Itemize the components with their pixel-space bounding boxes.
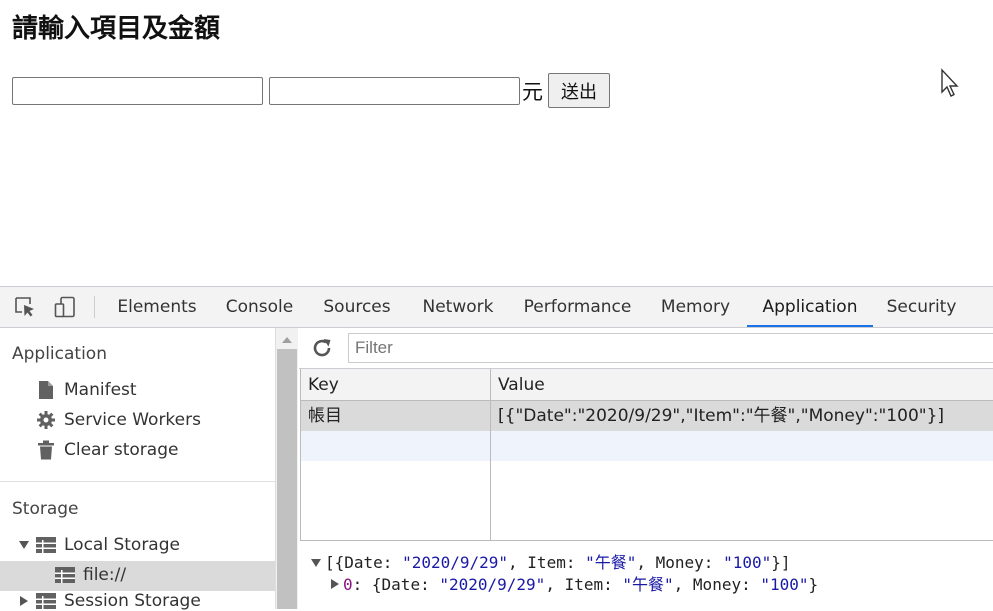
tab-performance[interactable]: Performance (518, 287, 637, 327)
amount-input[interactable] (269, 76, 520, 105)
expand-arrow-down-icon[interactable] (310, 558, 322, 568)
web-page: 請輸入項目及金額 元 送出 (0, 0, 993, 286)
sidebar-item-service-workers[interactable]: Service Workers (36, 410, 201, 430)
sidebar-section-storage: Storage (12, 499, 79, 519)
value-preview: [{Date: "2020/9/29", Item: "午餐", Money: … (300, 540, 993, 609)
preview-money: "100" (760, 575, 809, 594)
document-icon (36, 380, 56, 400)
preview-text: , Money: (636, 553, 724, 572)
preview-text: , Item: (545, 575, 623, 594)
column-header-value[interactable]: Value (491, 369, 993, 401)
preview-text: }] (771, 553, 791, 572)
tab-sources[interactable]: Sources (316, 287, 398, 327)
sidebar-item-label: Session Storage (64, 591, 201, 611)
sidebar-item-label: Clear storage (64, 440, 179, 460)
preview-money: "100" (723, 553, 772, 572)
sidebar-item-label: Manifest (64, 380, 137, 400)
preview-text: , Item: (508, 553, 586, 572)
inspect-element-icon[interactable] (14, 296, 36, 318)
preview-date: "2020/9/29" (402, 553, 509, 572)
table-cell-value: [{"Date":"2020/9/29","Item":"午餐","Money"… (498, 406, 945, 426)
page-title: 請輸入項目及金額 (12, 14, 221, 44)
preview-text: [{Date: (325, 553, 403, 572)
table-cell-key: 帳目 (308, 406, 342, 426)
currency-unit-label: 元 (522, 79, 543, 104)
tab-console[interactable]: Console (218, 287, 301, 327)
chevron-right-icon[interactable] (18, 591, 30, 611)
sidebar-divider (0, 481, 275, 482)
tab-network[interactable]: Network (413, 287, 503, 327)
storage-table: Key Value 帳目 [{"Date":"2020/9/29","Item"… (300, 369, 993, 541)
filter-toolbar (299, 328, 993, 369)
tab-security[interactable]: Security (880, 287, 963, 327)
tab-elements[interactable]: Elements (111, 287, 203, 327)
trash-icon (36, 440, 56, 460)
column-divider (490, 369, 491, 540)
device-toolbar-icon[interactable] (54, 296, 76, 318)
sidebar-selected-highlight (0, 561, 275, 591)
refresh-icon[interactable] (311, 337, 333, 359)
tab-memory[interactable]: Memory (652, 287, 739, 327)
sidebar-item-label: file:// (83, 565, 127, 585)
submit-button[interactable]: 送出 (548, 73, 610, 108)
expand-arrow-right-icon[interactable] (330, 578, 340, 590)
preview-object-line[interactable]: 0: {Date: "2020/9/29", Item: "午餐", Money… (330, 571, 818, 595)
tab-application[interactable]: Application (747, 287, 873, 327)
preview-array-line[interactable]: [{Date: "2020/9/29", Item: "午餐", Money: … (310, 549, 791, 573)
sidebar-item-manifest[interactable]: Manifest (36, 380, 137, 400)
sidebar-item-session-storage[interactable]: Session Storage (18, 591, 201, 611)
sidebar-item-clear-storage[interactable]: Clear storage (36, 440, 178, 460)
devtools-tabbar: Elements Console Sources Network Perform… (0, 287, 993, 328)
sidebar-scrollbar-thumb[interactable] (277, 349, 297, 609)
toolbar-separator (94, 296, 95, 318)
sidebar-item-local-storage[interactable]: Local Storage (18, 535, 180, 555)
devtools-panel: Elements Console Sources Network Perform… (0, 286, 993, 611)
gear-icon (36, 410, 56, 430)
mouse-cursor-icon (941, 68, 959, 97)
sidebar-section-application: Application (12, 344, 107, 364)
scroll-up-icon[interactable] (281, 336, 293, 344)
preview-index: 0 (343, 575, 353, 594)
sidebar-item-file[interactable]: file:// (55, 565, 126, 585)
column-header-key[interactable]: Key (301, 369, 491, 401)
preview-item: "午餐" (622, 575, 674, 594)
preview-item: "午餐" (585, 553, 637, 572)
sidebar-item-label: Local Storage (64, 535, 180, 555)
chevron-down-icon[interactable] (18, 535, 30, 555)
filter-input[interactable] (348, 333, 993, 363)
table-row-empty[interactable] (301, 431, 993, 461)
table-grid-icon (36, 591, 56, 611)
application-sidebar: Application Manifest Service Workers Cle… (0, 328, 276, 611)
preview-text: : {Date: (352, 575, 440, 594)
preview-date: "2020/9/29" (439, 575, 546, 594)
sidebar-item-label: Service Workers (64, 410, 201, 430)
preview-text: , Money: (673, 575, 761, 594)
storage-main-pane: Key Value 帳目 [{"Date":"2020/9/29","Item"… (299, 328, 993, 609)
table-grid-icon (36, 535, 56, 555)
input-row: 元 送出 (12, 73, 610, 108)
item-input[interactable] (12, 76, 263, 105)
preview-text: } (808, 575, 819, 594)
table-grid-icon (55, 565, 75, 585)
